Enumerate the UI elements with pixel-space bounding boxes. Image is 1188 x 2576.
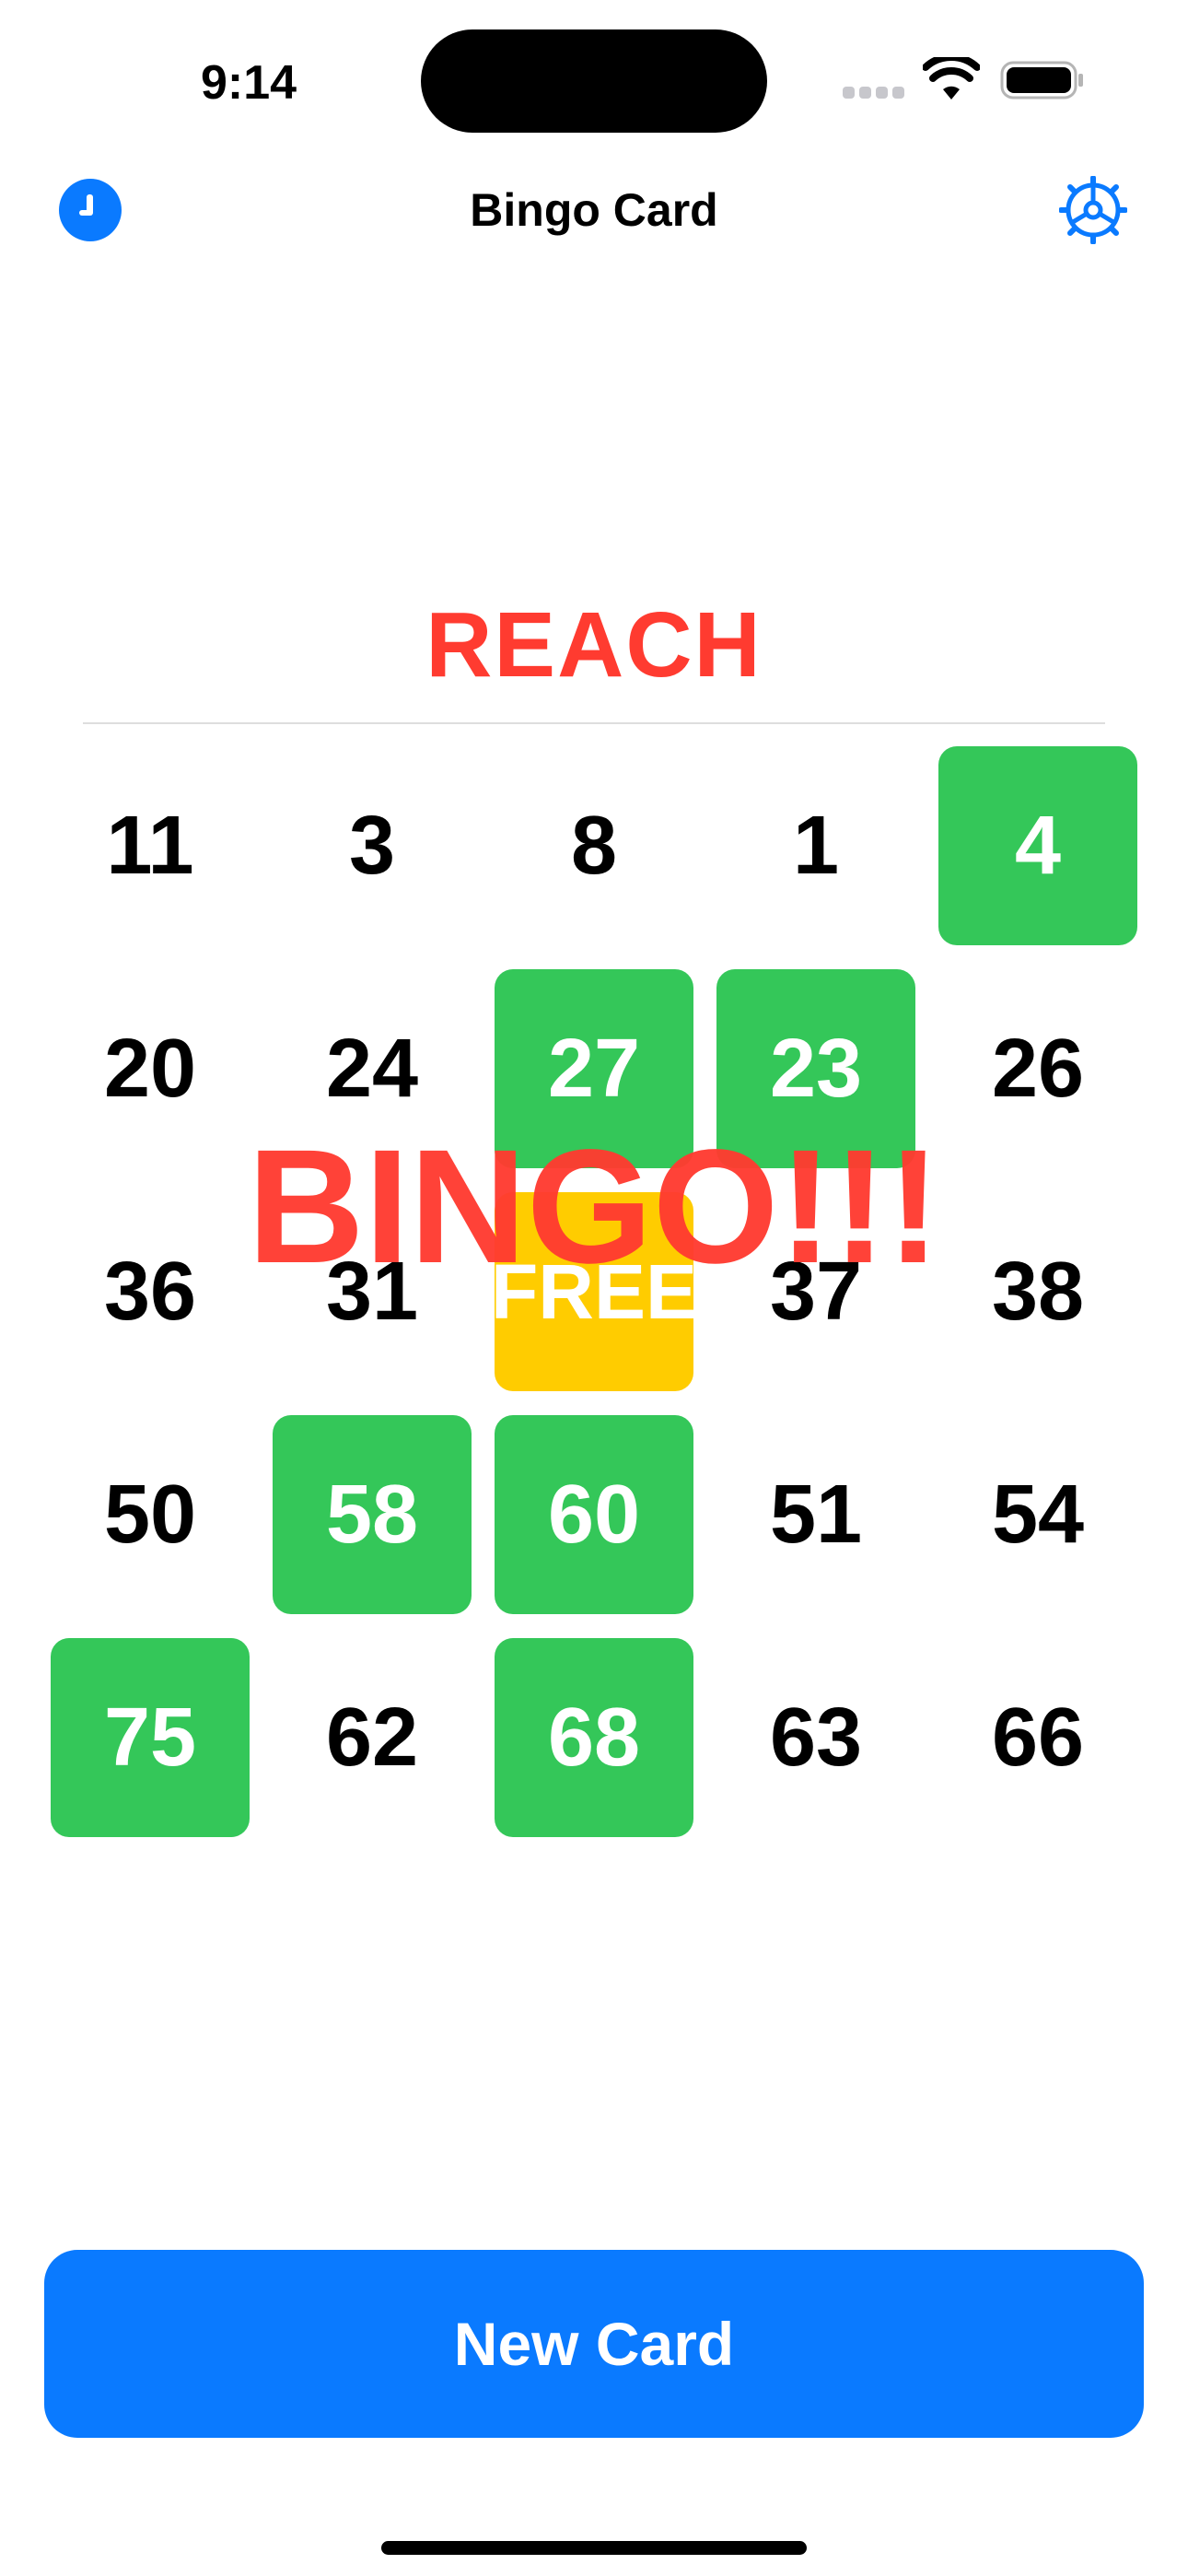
bingo-cell[interactable]: 38 [938,1192,1137,1391]
bingo-cell[interactable]: 36 [51,1192,250,1391]
home-indicator [381,2541,807,2555]
bingo-cell[interactable]: 27 [495,969,693,1168]
bingo-grid: 11 3 8 1 4 20 24 27 23 26 36 31 FREE 37 … [51,746,1137,1837]
bingo-cell[interactable]: 24 [273,969,472,1168]
bingo-cell[interactable]: 68 [495,1638,693,1837]
bingo-cell[interactable]: 75 [51,1638,250,1837]
bingo-cell[interactable]: 23 [716,969,915,1168]
new-card-button[interactable]: New Card [44,2250,1144,2438]
bingo-cell[interactable]: 31 [273,1192,472,1391]
clock-icon[interactable] [59,179,122,241]
bingo-cell[interactable]: 60 [495,1415,693,1614]
status-bar-time: 9:14 [200,56,297,110]
gear-icon[interactable] [1059,176,1127,244]
bingo-cell[interactable]: 20 [51,969,250,1168]
page-title: Bingo Card [470,184,718,236]
bingo-cell[interactable]: 1 [716,746,915,945]
wifi-icon [923,57,980,100]
dynamic-island [421,29,767,133]
bingo-cell[interactable]: 11 [51,746,250,945]
bingo-cell[interactable]: 62 [273,1638,472,1837]
reach-status-label: REACH [425,593,763,697]
bingo-cell[interactable]: 8 [495,746,693,945]
battery-icon [1000,61,1083,100]
bingo-cell[interactable]: 37 [716,1192,915,1391]
bingo-cell[interactable]: 66 [938,1638,1137,1837]
bingo-cell[interactable]: 58 [273,1415,472,1614]
cellular-signal-icon [843,87,905,100]
bingo-cell[interactable]: 51 [716,1415,915,1614]
divider [83,722,1105,724]
bingo-card-screen: 9:14 Bingo Card REACH 11 3 8 1 4 20 24 2… [0,0,1188,2576]
bingo-cell[interactable]: 3 [273,746,472,945]
bingo-cell[interactable]: 54 [938,1415,1137,1614]
bingo-cell[interactable]: 26 [938,969,1137,1168]
bingo-cell[interactable]: 4 [938,746,1137,945]
bingo-cell[interactable]: 63 [716,1638,915,1837]
bingo-cell[interactable]: 50 [51,1415,250,1614]
free-space-cell[interactable]: FREE [491,1192,697,1391]
